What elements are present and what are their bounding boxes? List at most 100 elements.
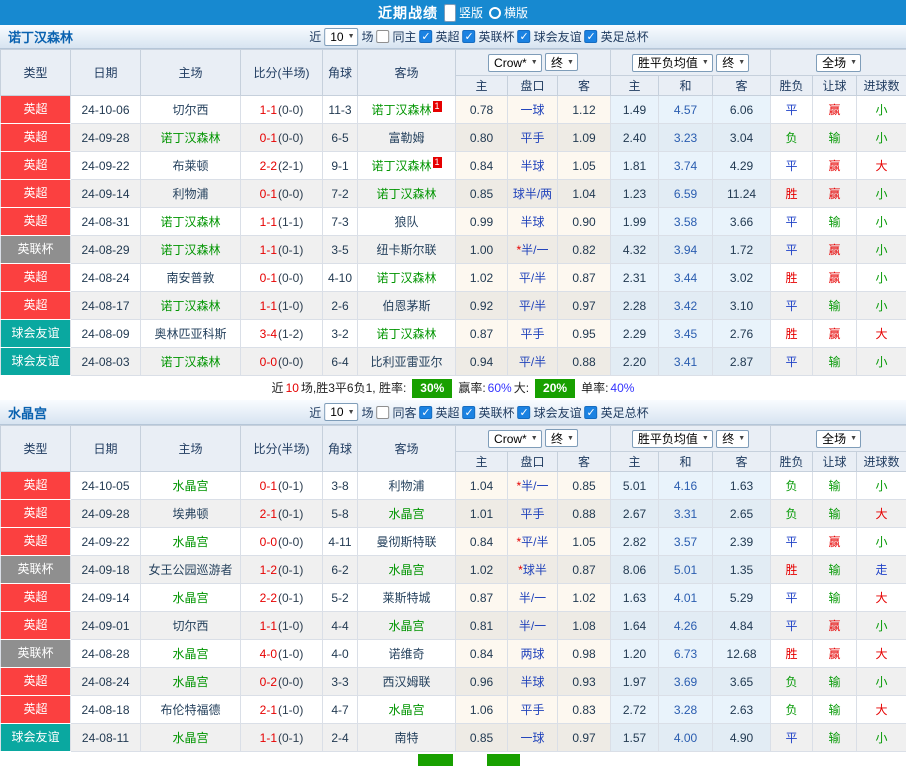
crow-away-odds: 0.93: [558, 668, 611, 696]
away-team[interactable]: 曼彻斯特联: [376, 535, 436, 549]
handicap-result: 赢: [813, 236, 857, 264]
home-team[interactable]: 奥林匹亚科斯: [154, 327, 226, 341]
league-filter-checkbox-3[interactable]: ✓: [585, 406, 598, 419]
away-team[interactable]: 诺维奇: [388, 647, 424, 661]
away-team[interactable]: 南特: [394, 731, 418, 745]
crow-final-select[interactable]: 终▼: [545, 53, 578, 71]
away-team[interactable]: 诺丁汉森林: [376, 327, 436, 341]
match-score: 1-1(1-0): [241, 292, 323, 320]
away-team[interactable]: 伯恩茅斯: [382, 299, 430, 313]
scope-select[interactable]: 全场▼: [816, 430, 861, 448]
home-team[interactable]: 女王公园巡游者: [148, 563, 232, 577]
team-name-title[interactable]: 诺丁汉森林: [8, 27, 73, 46]
home-team[interactable]: 布伦特福德: [160, 703, 220, 717]
home-team[interactable]: 诺丁汉森林: [160, 243, 220, 257]
away-team[interactable]: 莱斯特城: [382, 591, 430, 605]
recent-matches-table: 类型日期主场比分(半场)角球客场Crow*▼ 终▼胜平负均值▼ 终▼全场▼主盘口…: [0, 425, 906, 752]
home-team-cell: 诺丁汉森林: [141, 292, 241, 320]
league-badge: 英联杯: [1, 236, 70, 263]
away-team[interactable]: 诺丁汉森林: [371, 159, 431, 173]
home-team[interactable]: 诺丁汉森林: [160, 299, 220, 313]
layout-horizontal-radio[interactable]: [489, 7, 501, 19]
same-venue-checkbox[interactable]: ✓: [377, 406, 390, 419]
home-team[interactable]: 水晶宫: [172, 647, 208, 661]
league-filter-checkbox-2[interactable]: ✓: [518, 406, 531, 419]
handicap-result: 输: [813, 292, 857, 320]
match-count-select[interactable]: 10▼: [324, 403, 358, 421]
away-team[interactable]: 水晶宫: [388, 563, 424, 577]
away-team[interactable]: 西汉姆联: [382, 675, 430, 689]
match-score: 0-1(0-1): [241, 472, 323, 500]
handicap-text: 平/半: [519, 271, 546, 285]
league-filter-checkbox-1[interactable]: ✓: [463, 30, 476, 43]
home-team[interactable]: 切尔西: [172, 619, 208, 633]
wdl-result: 平: [771, 236, 813, 264]
avg-final-select[interactable]: 终▼: [716, 430, 749, 448]
away-team-cell: 纽卡斯尔联: [358, 236, 456, 264]
layout-vertical-label[interactable]: 竖版: [459, 4, 483, 21]
crow-final-select[interactable]: 终▼: [545, 429, 578, 447]
corner-count: 2-6: [323, 292, 358, 320]
away-team[interactable]: 纽卡斯尔联: [376, 243, 436, 257]
match-score: 1-1(0-0): [241, 96, 323, 124]
home-team[interactable]: 水晶宫: [172, 479, 208, 493]
same-venue-checkbox[interactable]: ✓: [377, 30, 390, 43]
home-team[interactable]: 水晶宫: [172, 731, 208, 745]
home-team[interactable]: 切尔西: [172, 103, 208, 117]
league-cell: 英联杯: [1, 556, 71, 584]
layout-vertical-radio[interactable]: [444, 4, 456, 22]
away-team[interactable]: 诺丁汉森林: [376, 187, 436, 201]
home-team[interactable]: 诺丁汉森林: [160, 131, 220, 145]
league-filter-checkbox-0[interactable]: ✓: [420, 406, 433, 419]
scope-select[interactable]: 全场▼: [816, 54, 861, 72]
away-team[interactable]: 水晶宫: [388, 703, 424, 717]
league-filter-checkbox-0[interactable]: ✓: [420, 30, 433, 43]
wdl-result: 平: [771, 528, 813, 556]
avg-draw-odds: 3.58: [659, 208, 713, 236]
home-team[interactable]: 水晶宫: [172, 591, 208, 605]
home-team[interactable]: 南安普敦: [166, 271, 214, 285]
away-team-cell: 富勒姆: [358, 124, 456, 152]
home-team[interactable]: 水晶宫: [172, 675, 208, 689]
away-team-cell: 莱斯特城: [358, 584, 456, 612]
home-team[interactable]: 利物浦: [172, 187, 208, 201]
away-team[interactable]: 比利亚雷亚尔: [370, 355, 442, 369]
away-team[interactable]: 诺丁汉森林: [376, 271, 436, 285]
match-row: 英超24-09-28诺丁汉森林0-1(0-0)6-5富勒姆0.80平手1.092…: [1, 124, 906, 152]
league-filter-checkbox-3[interactable]: ✓: [585, 30, 598, 43]
fulltime-score: 2-1: [260, 703, 277, 717]
match-score: 0-1(0-0): [241, 180, 323, 208]
league-filter-checkbox-1[interactable]: ✓: [463, 406, 476, 419]
avg-select[interactable]: 胜平负均值▼: [632, 54, 713, 72]
team-name-title[interactable]: 水晶宫: [8, 403, 47, 422]
home-team[interactable]: 布莱顿: [172, 159, 208, 173]
home-team[interactable]: 诺丁汉森林: [160, 355, 220, 369]
away-team[interactable]: 富勒姆: [388, 131, 424, 145]
away-team[interactable]: 诺丁汉森林: [371, 103, 431, 117]
crow-select[interactable]: Crow*▼: [488, 430, 542, 448]
layout-horizontal-label[interactable]: 横版: [504, 4, 528, 21]
avg-home-odds: 1.57: [611, 724, 659, 752]
home-team[interactable]: 水晶宫: [172, 535, 208, 549]
away-team[interactable]: 水晶宫: [388, 507, 424, 521]
away-team[interactable]: 利物浦: [388, 479, 424, 493]
avg-select[interactable]: 胜平负均值▼: [632, 430, 713, 448]
match-date: 24-08-03: [71, 348, 141, 376]
home-team[interactable]: 埃弗顿: [172, 507, 208, 521]
match-row: 英超24-10-05水晶宫0-1(0-1)3-8利物浦1.04*半/一0.855…: [1, 472, 906, 500]
scope-select-value: 全场: [822, 54, 846, 71]
avg-final-select[interactable]: 终▼: [716, 54, 749, 72]
crow-home-odds: 0.92: [456, 292, 508, 320]
league-filter-checkbox-2[interactable]: ✓: [518, 30, 531, 43]
away-team[interactable]: 水晶宫: [388, 619, 424, 633]
handicap-text: 平手: [520, 131, 544, 145]
crow-select[interactable]: Crow*▼: [488, 54, 542, 72]
crow-away-odds: 1.08: [558, 612, 611, 640]
match-count-select[interactable]: 10▼: [324, 28, 358, 46]
away-team[interactable]: 狼队: [394, 215, 418, 229]
crow-away-odds: 1.05: [558, 528, 611, 556]
handicap-result: 赢: [813, 612, 857, 640]
crow-select-cell: Crow*▼ 终▼: [456, 50, 611, 76]
summary-text: 大:: [514, 381, 529, 395]
home-team[interactable]: 诺丁汉森林: [160, 215, 220, 229]
